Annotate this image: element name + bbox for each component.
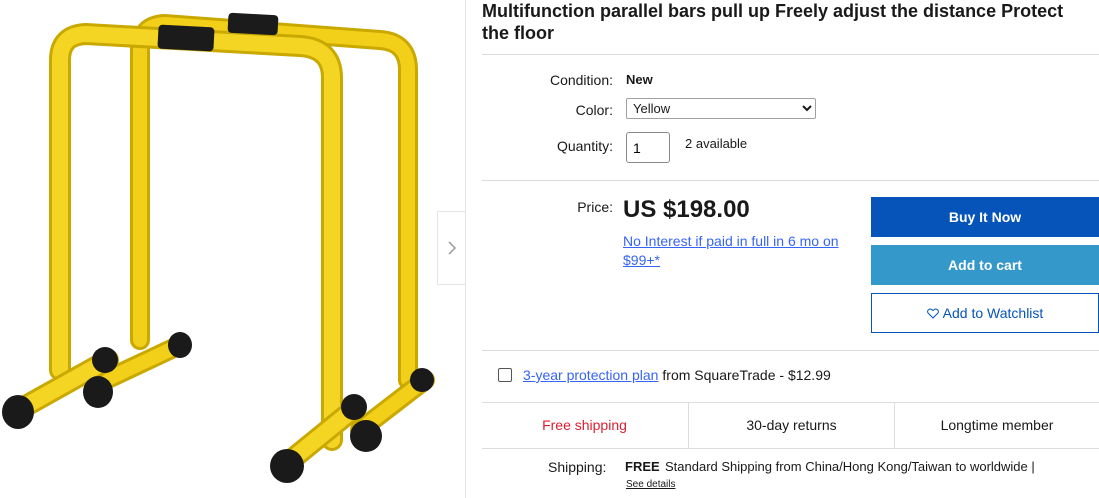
financing-link[interactable]: No Interest if paid in full in 6 mo on $…: [623, 232, 863, 270]
product-image[interactable]: [0, 0, 466, 498]
product-title: Multifunction parallel bars pull up Free…: [482, 1, 1064, 43]
next-image-button[interactable]: [437, 211, 465, 285]
divider: [482, 448, 1099, 449]
divider: [482, 350, 1099, 351]
divider: [465, 0, 466, 498]
available-count: 2 available: [685, 136, 748, 151]
add-to-watchlist-button[interactable]: Add to Watchlist: [871, 293, 1099, 333]
shipping-label: Shipping:: [548, 459, 607, 475]
condition-label: Condition:: [549, 72, 613, 88]
protection-plan: 3-year protection plan from SquareTrade …: [498, 367, 831, 383]
price-value: US $198.00: [623, 196, 750, 223]
color-select[interactable]: Yellow: [626, 98, 816, 119]
highlight-seller: Longtime member: [940, 417, 1054, 433]
quantity-input[interactable]: [626, 132, 670, 163]
divider: [482, 54, 1099, 55]
protection-plan-text: from SquareTrade - $12.99: [662, 367, 831, 383]
protection-checkbox[interactable]: [498, 368, 512, 382]
add-to-cart-button[interactable]: Add to cart: [871, 245, 1099, 285]
image-gallery: [0, 0, 466, 498]
chevron-right-icon: [447, 241, 456, 255]
shipping-text: Standard Shipping from China/Hong Kong/T…: [665, 459, 1035, 474]
highlight-free-shipping: Free shipping: [481, 402, 689, 448]
protection-plan-link[interactable]: 3-year protection plan: [523, 367, 658, 383]
divider: [482, 180, 1099, 181]
condition-value: New: [626, 72, 653, 87]
buy-it-now-button[interactable]: Buy It Now: [871, 197, 1099, 237]
color-label: Color:: [575, 102, 613, 118]
shipping-free: FREE: [625, 459, 660, 474]
see-details-link[interactable]: See details: [626, 479, 675, 490]
watchlist-label: Add to Watchlist: [942, 305, 1044, 321]
heart-icon: [926, 307, 939, 319]
quantity-label: Quantity:: [556, 138, 613, 154]
highlight-returns: 30-day returns: [689, 402, 895, 448]
price-label: Price:: [577, 199, 613, 215]
